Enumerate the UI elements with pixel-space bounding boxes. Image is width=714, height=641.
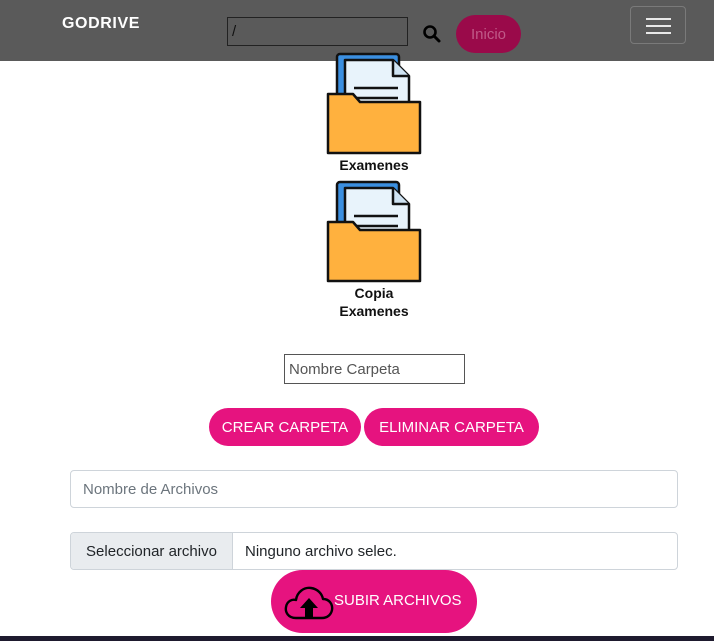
delete-folder-button[interactable]: ELIMINAR CARPETA <box>364 408 539 446</box>
file-picker[interactable]: Seleccionar archivo Ninguno archivo sele… <box>70 532 678 570</box>
cloud-upload-icon <box>284 586 334 620</box>
bottom-divider <box>0 636 714 641</box>
path-input[interactable] <box>227 17 408 46</box>
search-icon[interactable] <box>420 22 444 46</box>
folder-item[interactable]: Copia Examenes <box>314 180 434 320</box>
create-folder-button[interactable]: CREAR CARPETA <box>209 408 361 446</box>
folder-item[interactable]: Examenes <box>314 52 434 174</box>
folder-name-input[interactable] <box>284 354 465 384</box>
folder-name: Examenes <box>339 157 409 173</box>
files-name-input[interactable] <box>70 470 678 508</box>
hamburger-menu-icon[interactable] <box>630 6 686 44</box>
choose-file-button[interactable]: Seleccionar archivo <box>71 533 233 569</box>
folder-icon <box>326 52 422 155</box>
upload-files-label: SUBIR ARCHIVOS <box>334 592 462 609</box>
brand-logo[interactable]: GODRIVE <box>62 15 140 33</box>
folder-icon <box>326 180 422 283</box>
home-button[interactable]: Inicio <box>456 15 521 53</box>
folder-name: Copia Examenes <box>339 285 409 319</box>
file-status: Ninguno archivo selec. <box>245 542 397 560</box>
upload-files-button[interactable]: SUBIR ARCHIVOS <box>271 570 477 633</box>
